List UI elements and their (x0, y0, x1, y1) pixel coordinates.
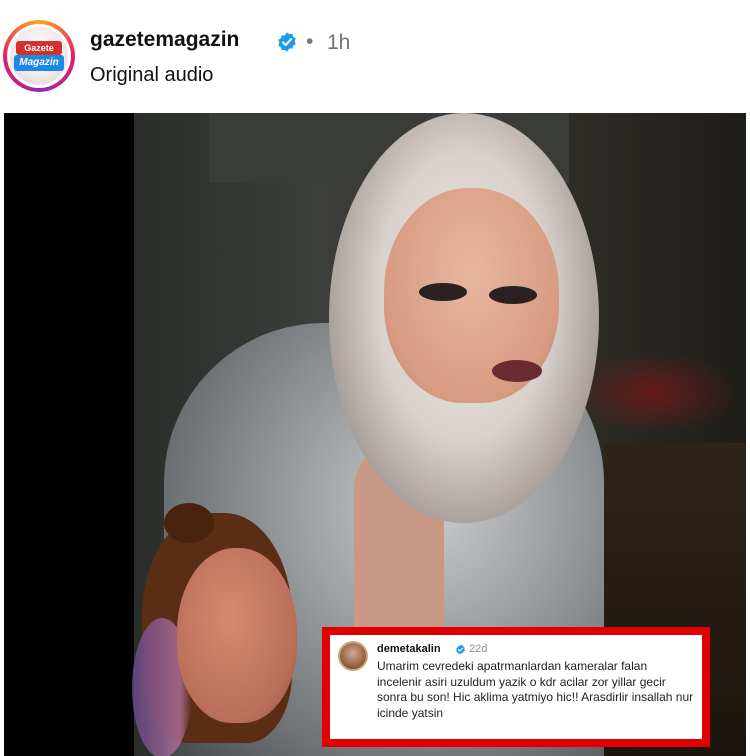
avatar-logo: Gazete Magazin (10, 27, 68, 85)
avatar-image: Gazete Magazin (7, 24, 71, 88)
comment-verified-icon (456, 644, 465, 655)
highlighted-comment: demetakalin 22d Umarim cevredeki apatrma… (322, 627, 710, 747)
woman-face (384, 188, 559, 403)
right-eye (489, 286, 537, 304)
audio-link[interactable]: Original audio (90, 64, 213, 87)
lips (492, 360, 542, 382)
comment-timestamp: 22d (469, 643, 488, 655)
inset-hair-bun (164, 503, 214, 543)
post-timestamp[interactable]: 1h (327, 31, 350, 55)
verified-badge-icon (278, 32, 296, 52)
comment-username[interactable]: demetakalin (377, 643, 441, 655)
comment-card: demetakalin 22d Umarim cevredeki apatrma… (330, 635, 702, 739)
profile-avatar[interactable]: Gazete Magazin (3, 20, 75, 92)
inset-portrait (132, 503, 322, 756)
avatar-logo-top-text: Gazete (16, 41, 62, 55)
inset-face (177, 548, 297, 723)
comment-avatar[interactable] (338, 641, 368, 671)
separator-dot: • (306, 30, 314, 53)
post-header: Gazete Magazin gazetemagazin • 1h Origin… (0, 0, 750, 112)
post-username[interactable]: gazetemagazin (90, 28, 239, 52)
avatar-logo-bottom-text: Magazin (14, 55, 64, 71)
left-eye (419, 283, 467, 301)
comment-text: Umarim cevredeki apatrmanlardan kamerala… (377, 659, 694, 720)
